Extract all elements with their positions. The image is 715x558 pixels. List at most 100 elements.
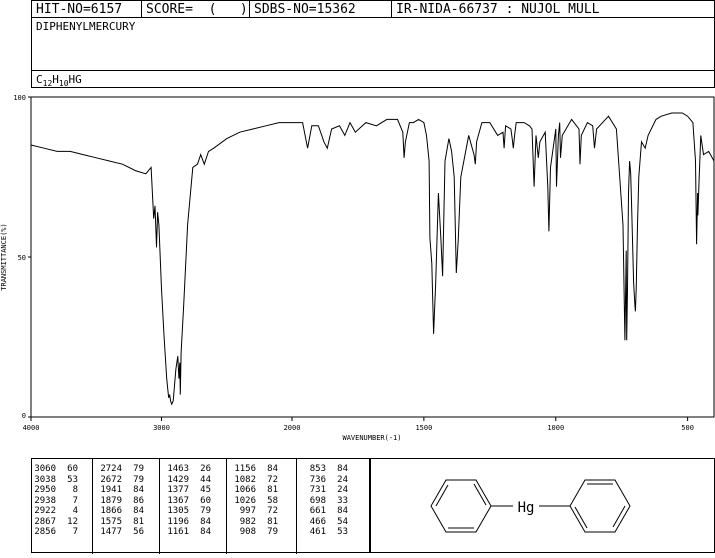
peak-transmittance: 24 [337,485,348,495]
peak-wavenumber: 1196 [167,516,189,527]
peak-wavenumber: 661 [309,506,326,516]
peak-wavenumber: 731 [309,485,326,495]
peak-transmittance: 60 [200,495,211,506]
peak-transmittance: 54 [337,516,348,527]
x-axis-label: WAVENUMBER(-1) [342,434,401,442]
peak-transmittance: 60 [67,464,78,474]
peak-row: 1879 86 [98,496,144,507]
peak-wavenumber: 1866 [100,506,122,516]
peak-transmittance: 79 [200,506,211,516]
ir-spectrum-chart: 0 50 100 4000 3000 2000 1500 1000 500 WAVENUMBE… [0,94,715,442]
x-tick-label: 3000 [153,424,170,432]
peak-transmittance: 12 [67,516,78,527]
peak-transmittance: 79 [267,527,278,537]
peak-wavenumber: 1305 [167,506,189,516]
peak-transmittance: 7 [72,495,78,506]
benzene-ring-left [430,479,492,533]
spectrum-line [30,112,715,406]
peak-transmittance: 79 [133,474,144,485]
peak-row: 1161 84 [165,527,211,538]
peak-row: 461 53 [302,527,348,538]
mercury-atom-label: Hg [518,500,535,516]
peak-transmittance: 8 [72,485,78,495]
peak-transmittance: 53 [67,474,78,485]
peak-transmittance: 84 [133,506,144,516]
peak-wavenumber: 1082 [234,474,256,485]
y-tick-label: 100 [13,94,26,102]
peak-row: 982 81 [232,517,278,528]
peak-column: 2724 79 2672 79 1941 84 1879 86 1866 84 1575 81 1477… [98,464,144,538]
peak-column-divider [159,459,160,554]
peak-column-divider [92,459,93,554]
peak-transmittance: 72 [267,506,278,516]
peak-transmittance: 86 [133,495,144,506]
peak-row: 1463 26 [165,464,211,475]
peak-column: 1156 84 1082 72 1066 81 1026 58 997 72 982 81 908 79 [232,464,278,538]
peak-transmittance: 81 [267,516,278,527]
peak-wavenumber: 853 [309,464,326,474]
peak-row: 3060 60 [32,464,78,475]
peak-transmittance: 84 [337,506,348,516]
peak-wavenumber: 1377 [167,485,189,495]
peak-transmittance: 56 [133,527,144,537]
peak-table: 3060 60 3038 53 2950 8 2938 7 2922 4 2867 12 2856 7 27… [32,459,371,554]
peak-transmittance: 79 [133,464,144,474]
peak-row: 997 72 [232,506,278,517]
peak-transmittance: 33 [337,495,348,506]
peak-wavenumber: 1156 [234,464,256,474]
peak-wavenumber: 1367 [167,495,189,506]
peak-row: 1477 56 [98,527,144,538]
peak-transmittance: 84 [267,464,278,474]
peak-column: 3060 60 3038 53 2950 8 2938 7 2922 4 2867 12 2856 7 [32,464,78,538]
peak-row: 1066 81 [232,485,278,496]
peak-row: 853 84 [302,464,348,475]
peak-wavenumber: 2724 [100,464,122,474]
y-axis-label: TRANSMITTANCE(%) [0,223,8,290]
peak-column-divider [226,459,227,554]
x-tick-label: 500 [681,424,694,432]
peak-row: 731 24 [302,485,348,496]
peak-wavenumber: 736 [309,474,326,485]
peak-transmittance: 53 [337,527,348,537]
peak-wavenumber: 1941 [100,485,122,495]
peak-row: 1377 45 [165,485,211,496]
peak-transmittance: 24 [337,474,348,485]
peak-wavenumber: 1161 [167,527,189,537]
peak-wavenumber: 908 [239,527,256,537]
peak-wavenumber: 997 [239,506,256,516]
peak-row: 1082 72 [232,475,278,486]
peak-row: 908 79 [232,527,278,538]
y-tick-label: 50 [18,254,26,262]
peak-transmittance: 45 [200,485,211,495]
peak-row: 2867 12 [32,517,78,528]
peak-row: 698 33 [302,496,348,507]
peak-transmittance: 84 [200,516,211,527]
peak-wavenumber: 2922 [34,506,56,516]
peak-row: 1575 81 [98,517,144,528]
peak-wavenumber: 1463 [167,464,189,474]
peak-column: 853 84 736 24 731 24 698 33 661 84 466 54 461 53 [302,464,348,538]
peak-transmittance: 84 [133,485,144,495]
peak-row: 1367 60 [165,496,211,507]
x-tick-label: 1000 [547,424,564,432]
x-tick-label: 1500 [415,424,432,432]
peak-wavenumber: 3038 [34,474,56,485]
structure-box: Hg [370,458,715,553]
peak-wavenumber: 2867 [34,516,56,527]
peak-wavenumber: 1477 [100,527,122,537]
peak-transmittance: 7 [72,527,78,537]
peak-row: 2950 8 [32,485,78,496]
peak-wavenumber: 2950 [34,485,56,495]
peak-row: 1305 79 [165,506,211,517]
peak-wavenumber: 1066 [234,485,256,495]
peak-column-divider [296,459,297,554]
x-tick-label: 2000 [284,424,301,432]
peak-row: 1156 84 [232,464,278,475]
peak-wavenumber: 1429 [167,474,189,485]
structure-drawing: Hg [430,479,631,533]
peak-transmittance: 26 [200,464,211,474]
peak-row: 3038 53 [32,475,78,486]
peak-wavenumber: 1575 [100,516,122,527]
peak-row: 1866 84 [98,506,144,517]
peak-table-box: 3060 60 3038 53 2950 8 2938 7 2922 4 2867 12 2856 7 27… [31,458,371,554]
